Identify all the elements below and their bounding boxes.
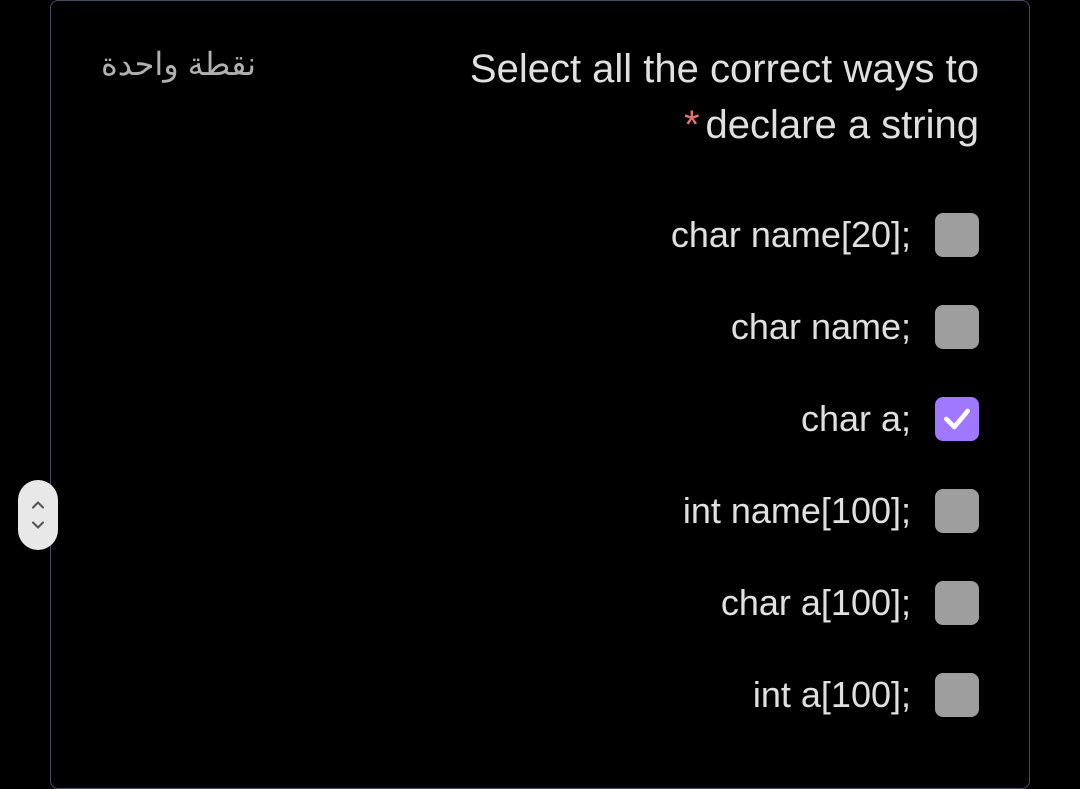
nav-pill[interactable]: [18, 480, 58, 550]
checkbox-checked[interactable]: [935, 397, 979, 441]
question-card: Select all the correct ways to *declare …: [50, 0, 1030, 789]
option-label: char a[100];: [721, 582, 911, 624]
option-label: char a;: [801, 398, 911, 440]
question-header: Select all the correct ways to *declare …: [101, 41, 979, 153]
chevron-down-icon: [28, 515, 48, 535]
checkbox[interactable]: [935, 213, 979, 257]
option-row[interactable]: char name[20];: [671, 213, 979, 257]
option-label: int name[100];: [683, 490, 911, 532]
option-row[interactable]: int a[100];: [753, 673, 979, 717]
question-text: Select all the correct ways to *declare …: [470, 41, 979, 153]
option-row[interactable]: char a;: [801, 397, 979, 441]
option-row[interactable]: char name;: [731, 305, 979, 349]
checkbox[interactable]: [935, 581, 979, 625]
checkbox[interactable]: [935, 673, 979, 717]
option-label: char name[20];: [671, 214, 911, 256]
check-icon: [941, 403, 973, 435]
points-label: نقطة واحدة: [101, 41, 256, 83]
option-row[interactable]: char a[100];: [721, 581, 979, 625]
chevron-up-icon: [28, 495, 48, 515]
checkbox[interactable]: [935, 489, 979, 533]
question-text-line1: Select all the correct ways to: [470, 47, 979, 91]
option-label: char name;: [731, 306, 911, 348]
question-text-line2: declare a string: [706, 103, 979, 147]
options-list: char name[20]; char name; char a; int na…: [101, 213, 979, 717]
checkbox[interactable]: [935, 305, 979, 349]
option-row[interactable]: int name[100];: [683, 489, 979, 533]
option-label: int a[100];: [753, 674, 911, 716]
required-marker: *: [684, 103, 700, 147]
